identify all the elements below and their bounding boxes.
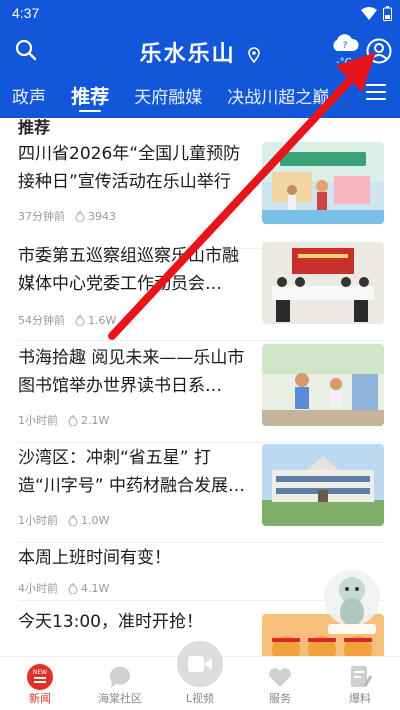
- cloud-icon: ?: [333, 34, 359, 51]
- tab-tianfu-media[interactable]: 天府融媒: [134, 77, 202, 108]
- chat-bubble-icon: [109, 666, 130, 688]
- tab-services[interactable]: 服务: [240, 657, 320, 710]
- weather-widget[interactable]: ? -°C: [330, 31, 360, 69]
- news-item[interactable]: 市委第五巡察组巡察乐山市融媒体中心党委工作动员会… 54分钟前 1.6W: [0, 240, 400, 344]
- logo-text: 乐水乐山: [139, 41, 236, 67]
- news-title[interactable]: 书海拾趣 阅见未来——乐山市图书馆举办世界读书日系…: [18, 344, 253, 400]
- news-meta: 1小时前 2.1W: [18, 412, 109, 428]
- news-views: 1.0W: [68, 514, 109, 527]
- location-pin-icon: [248, 47, 261, 63]
- top-bar: 乐水乐山 ? -°C: [0, 28, 400, 72]
- user-profile-icon[interactable]: [366, 38, 392, 64]
- news-meta: 54分钟前 1.6W: [18, 312, 116, 328]
- news-time: 1小时前: [18, 414, 58, 427]
- news-icon: NEW: [27, 664, 53, 690]
- news-views: 4.1W: [68, 582, 109, 595]
- section-title: 推荐: [18, 118, 51, 137]
- weather-temp: -°C: [336, 57, 352, 68]
- wifi-icon: [361, 6, 377, 20]
- news-time: 37分钟前: [18, 210, 65, 223]
- mascot-float-button[interactable]: [320, 568, 384, 638]
- tab-label: 海棠社区: [98, 692, 142, 705]
- tab-label: 新闻: [29, 692, 51, 705]
- app-header: 4:37 乐水乐山 ? -°C 政声 推荐 天府融媒 决战川超之巅: [0, 0, 400, 118]
- flame-icon: [68, 414, 78, 426]
- tab-label: 爆料: [349, 692, 371, 705]
- news-time: 54分钟前: [18, 314, 65, 327]
- news-item[interactable]: 书海拾趣 阅见未来——乐山市图书馆举办世界读书日系… 1小时前 2.1W: [0, 342, 400, 446]
- news-views: 2.1W: [68, 414, 109, 427]
- news-title[interactable]: 今天13:00，准时开抢！: [18, 608, 253, 636]
- news-meta: 1小时前 1.0W: [18, 512, 109, 528]
- status-time: 4:37: [12, 5, 40, 21]
- news-title[interactable]: 四川省2026年“全国儿童预防接种日”宣传活动在乐山举行: [18, 140, 253, 196]
- flame-icon: [75, 314, 85, 326]
- tab-label: L视频: [185, 692, 215, 705]
- news-meta: 37分钟前 3943: [18, 208, 116, 224]
- news-time: 4小时前: [18, 582, 58, 595]
- tab-chuanchao[interactable]: 决战川超之巅: [227, 77, 329, 108]
- status-bar: 4:37: [0, 0, 400, 26]
- report-edit-icon: [351, 666, 372, 687]
- menu-icon[interactable]: [366, 84, 386, 102]
- flame-icon: [68, 514, 78, 526]
- tab-label: 服务: [269, 692, 291, 705]
- news-thumbnail[interactable]: [262, 444, 384, 526]
- tab-haitang-community[interactable]: 海棠社区: [80, 657, 160, 710]
- bottom-tab-bar: NEW 新闻 海棠社区 L视频 服务 爆料: [0, 641, 400, 710]
- tab-zhengsheng[interactable]: 政声: [12, 77, 46, 108]
- news-thumbnail[interactable]: [262, 242, 384, 324]
- svg-text:?: ?: [343, 41, 348, 51]
- divider: [18, 340, 384, 341]
- news-views: 3943: [75, 210, 116, 223]
- news-title[interactable]: 本周上班时间有变！: [18, 544, 318, 572]
- news-thumbnail[interactable]: [262, 142, 384, 224]
- battery-icon: [383, 6, 392, 21]
- tab-news[interactable]: NEW 新闻: [0, 657, 80, 710]
- services-heart-icon: [269, 668, 291, 687]
- news-item[interactable]: 四川省2026年“全国儿童预防接种日”宣传活动在乐山举行 37分钟前 3943: [0, 138, 400, 242]
- tab-recommend[interactable]: 推荐: [71, 76, 109, 112]
- news-thumbnail[interactable]: [262, 344, 384, 426]
- tab-report[interactable]: 爆料: [320, 657, 400, 710]
- svg-text:NEW: NEW: [33, 669, 47, 676]
- news-title[interactable]: 市委第五巡察组巡察乐山市融媒体中心党委工作动员会…: [18, 242, 253, 298]
- status-icons: [361, 6, 392, 21]
- news-item[interactable]: 沙湾区：冲刺“省五星” 打造“川字号” 中药材融合发展… 1小时前 1.0W: [0, 442, 400, 546]
- news-time: 1小时前: [18, 514, 58, 527]
- tab-l-video[interactable]: L视频: [160, 641, 240, 710]
- flame-icon: [75, 210, 85, 222]
- video-camera-icon: [188, 656, 212, 672]
- news-meta: 4小时前 4.1W: [18, 580, 109, 596]
- news-title[interactable]: 沙湾区：冲刺“省五星” 打造“川字号” 中药材融合发展…: [18, 444, 253, 500]
- channel-tabs: 政声 推荐 天府融媒 决战川超之巅: [0, 76, 360, 112]
- news-views: 1.6W: [75, 314, 116, 327]
- flame-icon: [68, 582, 78, 594]
